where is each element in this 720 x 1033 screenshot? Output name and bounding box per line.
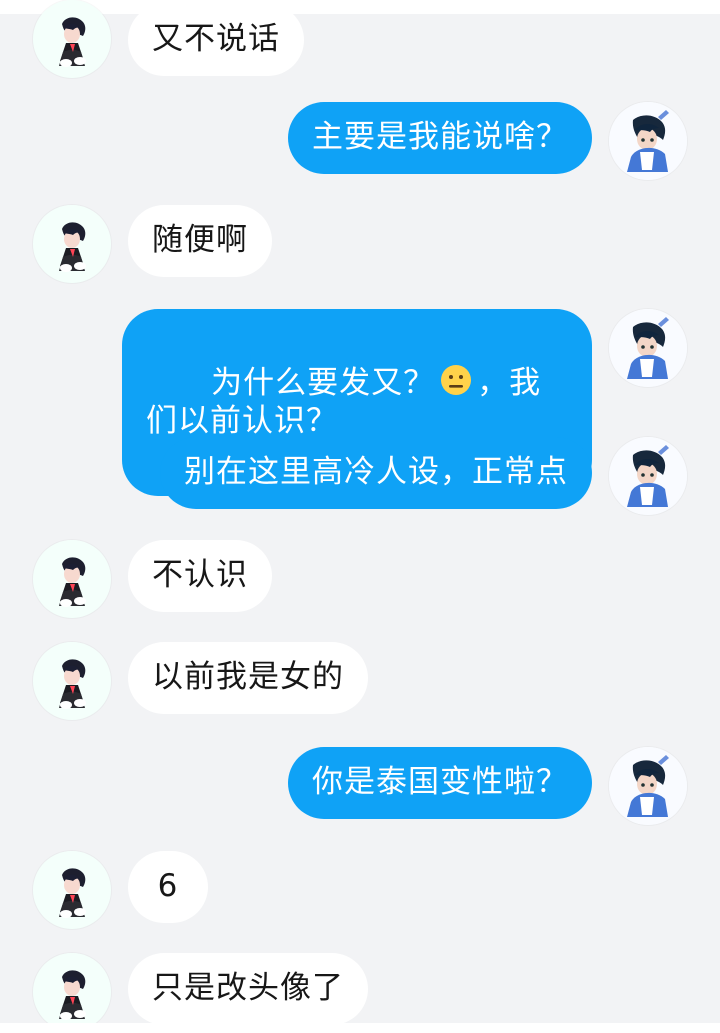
chat-window: 又不说话 主要是我能说啥？ 随便啊 为什么要发又？ ，我们以前认识？ 别在这里高… [0, 0, 720, 1033]
other-avatar-icon[interactable] [33, 205, 111, 283]
bottom-strip [0, 1023, 720, 1033]
self-avatar-icon[interactable] [609, 102, 687, 180]
message-text-before-emoji: 为什么要发又？ [211, 365, 436, 401]
other-avatar-icon[interactable] [33, 642, 111, 720]
other-avatar-icon[interactable] [33, 851, 111, 929]
self-avatar-icon[interactable] [609, 309, 687, 387]
message-bubble-other[interactable]: 只是改头像了 [128, 953, 368, 1025]
other-avatar-icon[interactable] [33, 540, 111, 618]
message-bubble-other[interactable]: 不认识 [128, 540, 272, 612]
message-bubble-self[interactable]: 你是泰国变性啦？ [288, 747, 592, 819]
message-bubble-other[interactable]: 随便啊 [128, 205, 272, 277]
self-avatar-icon[interactable] [609, 437, 687, 515]
other-avatar-icon[interactable] [33, 953, 111, 1031]
message-bubble-other[interactable]: 6 [128, 851, 208, 923]
message-bubble-other[interactable]: 又不说话 [128, 4, 304, 76]
neutral-face-emoji-icon [439, 363, 473, 397]
message-bubble-self[interactable]: 主要是我能说啥？ [288, 102, 592, 174]
message-bubble-self[interactable]: 别在这里高冷人设，正常点 [160, 437, 592, 509]
other-avatar-icon[interactable] [33, 0, 111, 78]
top-strip [0, 0, 720, 14]
self-avatar-icon[interactable] [609, 747, 687, 825]
message-bubble-other[interactable]: 以前我是女的 [128, 642, 368, 714]
